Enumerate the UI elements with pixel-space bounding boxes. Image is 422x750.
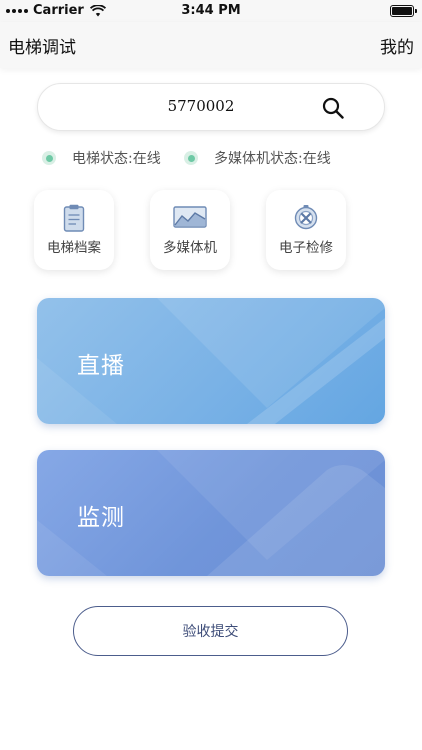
monitor-card[interactable]: 监测 (37, 450, 385, 576)
online-dot-icon (184, 151, 198, 165)
tile-label: 电子检修 (279, 240, 333, 256)
monitor-chart-icon (173, 206, 207, 228)
tile-label: 多媒体机 (163, 240, 217, 256)
tile-media-machine[interactable]: 多媒体机 (150, 190, 230, 270)
battery-fill (392, 7, 412, 15)
live-label: 直播 (77, 353, 125, 379)
media-status-label: 多媒体机状态:在线 (214, 151, 331, 167)
clipboard-icon (63, 204, 85, 232)
status-row: 电梯状态:在线 多媒体机状态:在线 (42, 148, 402, 168)
tile-label: 电梯档案 (47, 240, 101, 256)
tile-electronic-maintenance[interactable]: 电子检修 (266, 190, 346, 270)
status-bar: Carrier 3:44 PM (0, 0, 422, 22)
status-time: 3:44 PM (181, 3, 241, 18)
live-card[interactable]: 直播 (37, 298, 385, 424)
page-title: 电梯调试 (8, 38, 76, 58)
nav-bar: 电梯调试 我的 (0, 22, 422, 68)
battery-icon (390, 5, 417, 17)
search-icon[interactable] (322, 97, 344, 119)
monitor-label: 监测 (77, 505, 125, 531)
online-dot-icon (42, 151, 56, 165)
acceptance-submit-button[interactable]: 验收提交 (73, 606, 348, 656)
tile-elevator-archive[interactable]: 电梯档案 (34, 190, 114, 270)
elevator-status: 电梯状态:在线 (42, 148, 161, 168)
profile-button[interactable]: 我的 (380, 33, 414, 58)
elevator-status-label: 电梯状态:在线 (72, 151, 161, 167)
search-box[interactable] (37, 83, 385, 131)
wrench-badge-icon (294, 205, 318, 230)
media-status: 多媒体机状态:在线 (184, 148, 331, 168)
